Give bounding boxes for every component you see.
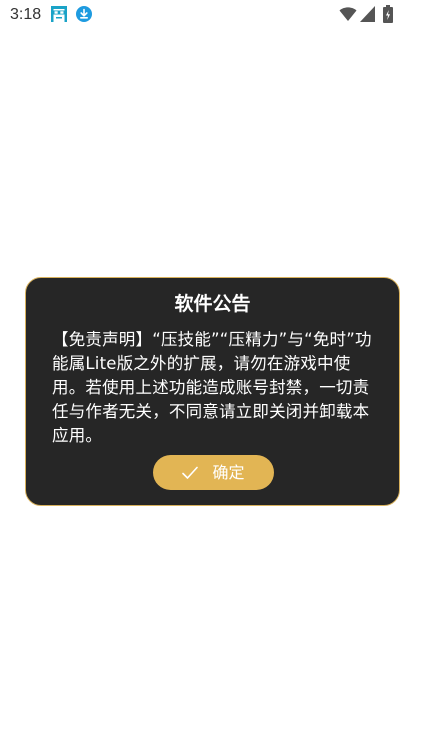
battery-icon [383, 5, 393, 23]
confirm-button-label: 确定 [212, 462, 245, 482]
status-time: 3:18 [10, 6, 42, 23]
dialog-body-text: 【免责声明】“压技能”“压精力”与“免时”功能属Lite版之外的扩展，请勿在游戏… [52, 330, 372, 445]
confirm-button[interactable]: 确定 [153, 455, 274, 490]
signal-icon [360, 6, 375, 22]
app-notification-icon [51, 6, 67, 22]
dialog-title: 软件公告 [174, 293, 251, 315]
announcement-dialog: 软件公告 【免责声明】“压技能”“压精力”与“免时”功能属Lite版之外的扩展，… [25, 277, 400, 506]
download-icon [76, 6, 92, 22]
status-bar: 3:18 [0, 0, 425, 30]
wifi-icon [339, 7, 357, 21]
check-icon [182, 466, 199, 479]
